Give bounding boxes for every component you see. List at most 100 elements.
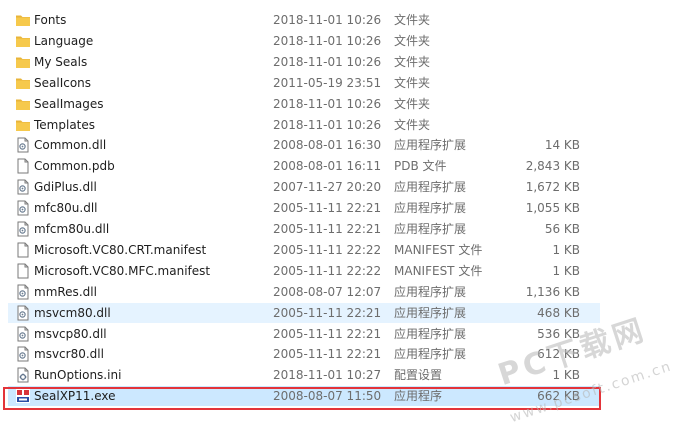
dll-icon: [15, 284, 31, 300]
file-type: MANIFEST 文件: [394, 243, 483, 257]
file-row[interactable]: mfc80u.dll 2005-11-11 22:21 应用程序扩展 1,055 KB: [8, 198, 600, 218]
file-modified-date: 2005-11-11 22:21: [273, 327, 382, 341]
file-row[interactable]: SealXP11.exe 2008-08-07 11:50 应用程序 662 KB: [8, 386, 600, 406]
file-type: 配置设置: [394, 368, 443, 382]
file-row[interactable]: msvcp80.dll 2005-11-11 22:21 应用程序扩展 536 KB: [8, 324, 600, 344]
file-name: Common.pdb: [34, 159, 115, 173]
file-size: 612 KB: [537, 347, 580, 361]
file-name: mfcm80u.dll: [34, 222, 110, 236]
folder-icon: [15, 54, 31, 70]
file-row[interactable]: msvcr80.dll 2005-11-11 22:21 应用程序扩展 612 KB: [8, 344, 600, 364]
file-row[interactable]: SealIcons 2011-05-19 23:51 文件夹: [8, 73, 600, 93]
file-modified-date: 2018-11-01 10:26: [273, 118, 382, 132]
dll-icon: [15, 326, 31, 342]
file-modified-date: 2005-11-11 22:21: [273, 347, 382, 361]
file-name: mmRes.dll: [34, 285, 97, 299]
file-type: PDB 文件: [394, 159, 447, 173]
file-size: [506, 115, 580, 135]
file-name: Templates: [34, 118, 96, 132]
file-row[interactable]: GdiPlus.dll 2007-11-27 20:20 应用程序扩展 1,672 K…: [8, 177, 600, 197]
folder-icon: [15, 12, 31, 28]
file-size: 1 KB: [552, 264, 580, 278]
file-type: 应用程序扩展: [394, 201, 467, 215]
app-icon: [15, 388, 31, 404]
file-size: 1,672 KB: [525, 180, 580, 194]
file-size: 2,843 KB: [525, 159, 580, 173]
file-type: 文件夹: [394, 97, 431, 111]
file-type: 应用程序扩展: [394, 347, 467, 361]
file-modified-date: 2018-11-01 10:26: [273, 34, 382, 48]
file-modified-date: 2018-11-01 10:26: [273, 97, 382, 111]
file-row[interactable]: Microsoft.VC80.CRT.manifest 2005-11-11 22…: [8, 240, 600, 260]
file-modified-date: 2005-11-11 22:21: [273, 201, 382, 215]
file-icon: [15, 263, 31, 279]
file-name: msvcp80.dll: [34, 327, 107, 341]
file-size: 1 KB: [552, 368, 580, 382]
file-size: [506, 94, 580, 114]
file-name: SealXP11.exe: [34, 389, 116, 403]
file-row[interactable]: mfcm80u.dll 2005-11-11 22:21 应用程序扩展 56 KB: [8, 219, 600, 239]
file-type: 文件夹: [394, 13, 431, 27]
file-type: 文件夹: [394, 34, 431, 48]
file-name: Language: [34, 34, 94, 48]
file-row[interactable]: msvcm80.dll 2005-11-11 22:21 应用程序扩展 468 KB: [8, 303, 600, 323]
file-size: [506, 73, 580, 93]
file-type: 应用程序扩展: [394, 180, 467, 194]
file-name: Microsoft.VC80.CRT.manifest: [34, 243, 207, 257]
file-modified-date: 2005-11-11 22:21: [273, 222, 382, 236]
file-type: 文件夹: [394, 55, 431, 69]
file-name: My Seals: [34, 55, 88, 69]
file-name: RunOptions.ini: [34, 368, 122, 382]
file-type: 应用程序: [394, 389, 443, 403]
file-icon: [15, 242, 31, 258]
file-name: SealImages: [34, 97, 104, 111]
file-modified-date: 2018-11-01 10:27: [273, 368, 382, 382]
dll-icon: [15, 305, 31, 321]
dll-icon: [15, 346, 31, 362]
file-modified-date: 2007-11-27 20:20: [273, 180, 382, 194]
file-row[interactable]: Templates 2018-11-01 10:26 文件夹: [8, 115, 600, 135]
file-type: 文件夹: [394, 118, 431, 132]
folder-icon: [15, 117, 31, 133]
file-name: Common.dll: [34, 138, 107, 152]
file-size: 1,136 KB: [525, 285, 580, 299]
file-type: 应用程序扩展: [394, 285, 467, 299]
file-row[interactable]: Language 2018-11-01 10:26 文件夹: [8, 31, 600, 51]
file-modified-date: 2005-11-11 22:22: [273, 243, 382, 257]
file-type: 文件夹: [394, 76, 431, 90]
file-name: GdiPlus.dll: [34, 180, 97, 194]
file-modified-date: 2005-11-11 22:21: [273, 306, 382, 320]
file-row[interactable]: My Seals 2018-11-01 10:26 文件夹: [8, 52, 600, 72]
file-size: 468 KB: [537, 306, 580, 320]
file-modified-date: 2008-08-01 16:11: [273, 159, 382, 173]
file-row[interactable]: RunOptions.ini 2018-11-01 10:27 配置设置 1 KB: [8, 365, 600, 385]
file-size: 662 KB: [537, 389, 580, 403]
file-row[interactable]: Fonts 2018-11-01 10:26 文件夹: [8, 10, 600, 30]
file-name: Microsoft.VC80.MFC.manifest: [34, 264, 211, 278]
dll-icon: [15, 179, 31, 195]
file-type: 应用程序扩展: [394, 327, 467, 341]
file-row[interactable]: Common.pdb 2008-08-01 16:11 PDB 文件 2,843 KB: [8, 156, 600, 176]
file-modified-date: 2011-05-19 23:51: [273, 76, 382, 90]
file-modified-date: 2018-11-01 10:26: [273, 13, 382, 27]
file-row[interactable]: Common.dll 2008-08-01 16:30 应用程序扩展 14 KB: [8, 135, 600, 155]
file-icon: [15, 158, 31, 174]
folder-icon: [15, 33, 31, 49]
file-row[interactable]: Microsoft.VC80.MFC.manifest 2005-11-11 22…: [8, 261, 600, 281]
file-type: 应用程序扩展: [394, 138, 467, 152]
file-type: 应用程序扩展: [394, 222, 467, 236]
dll-icon: [15, 200, 31, 216]
file-type: 应用程序扩展: [394, 306, 467, 320]
file-modified-date: 2008-08-07 12:07: [273, 285, 382, 299]
file-name: msvcm80.dll: [34, 306, 111, 320]
file-modified-date: 2008-08-07 11:50: [273, 389, 382, 403]
file-size: 56 KB: [544, 222, 580, 236]
file-row[interactable]: SealImages 2018-11-01 10:26 文件夹: [8, 94, 600, 114]
folder-icon: [15, 75, 31, 91]
file-name: Fonts: [34, 13, 67, 27]
file-size: 1,055 KB: [525, 201, 580, 215]
file-modified-date: 2018-11-01 10:26: [273, 55, 382, 69]
file-size: 14 KB: [544, 138, 580, 152]
file-row[interactable]: mmRes.dll 2008-08-07 12:07 应用程序扩展 1,136 KB: [8, 282, 600, 302]
file-name: SealIcons: [34, 76, 92, 90]
